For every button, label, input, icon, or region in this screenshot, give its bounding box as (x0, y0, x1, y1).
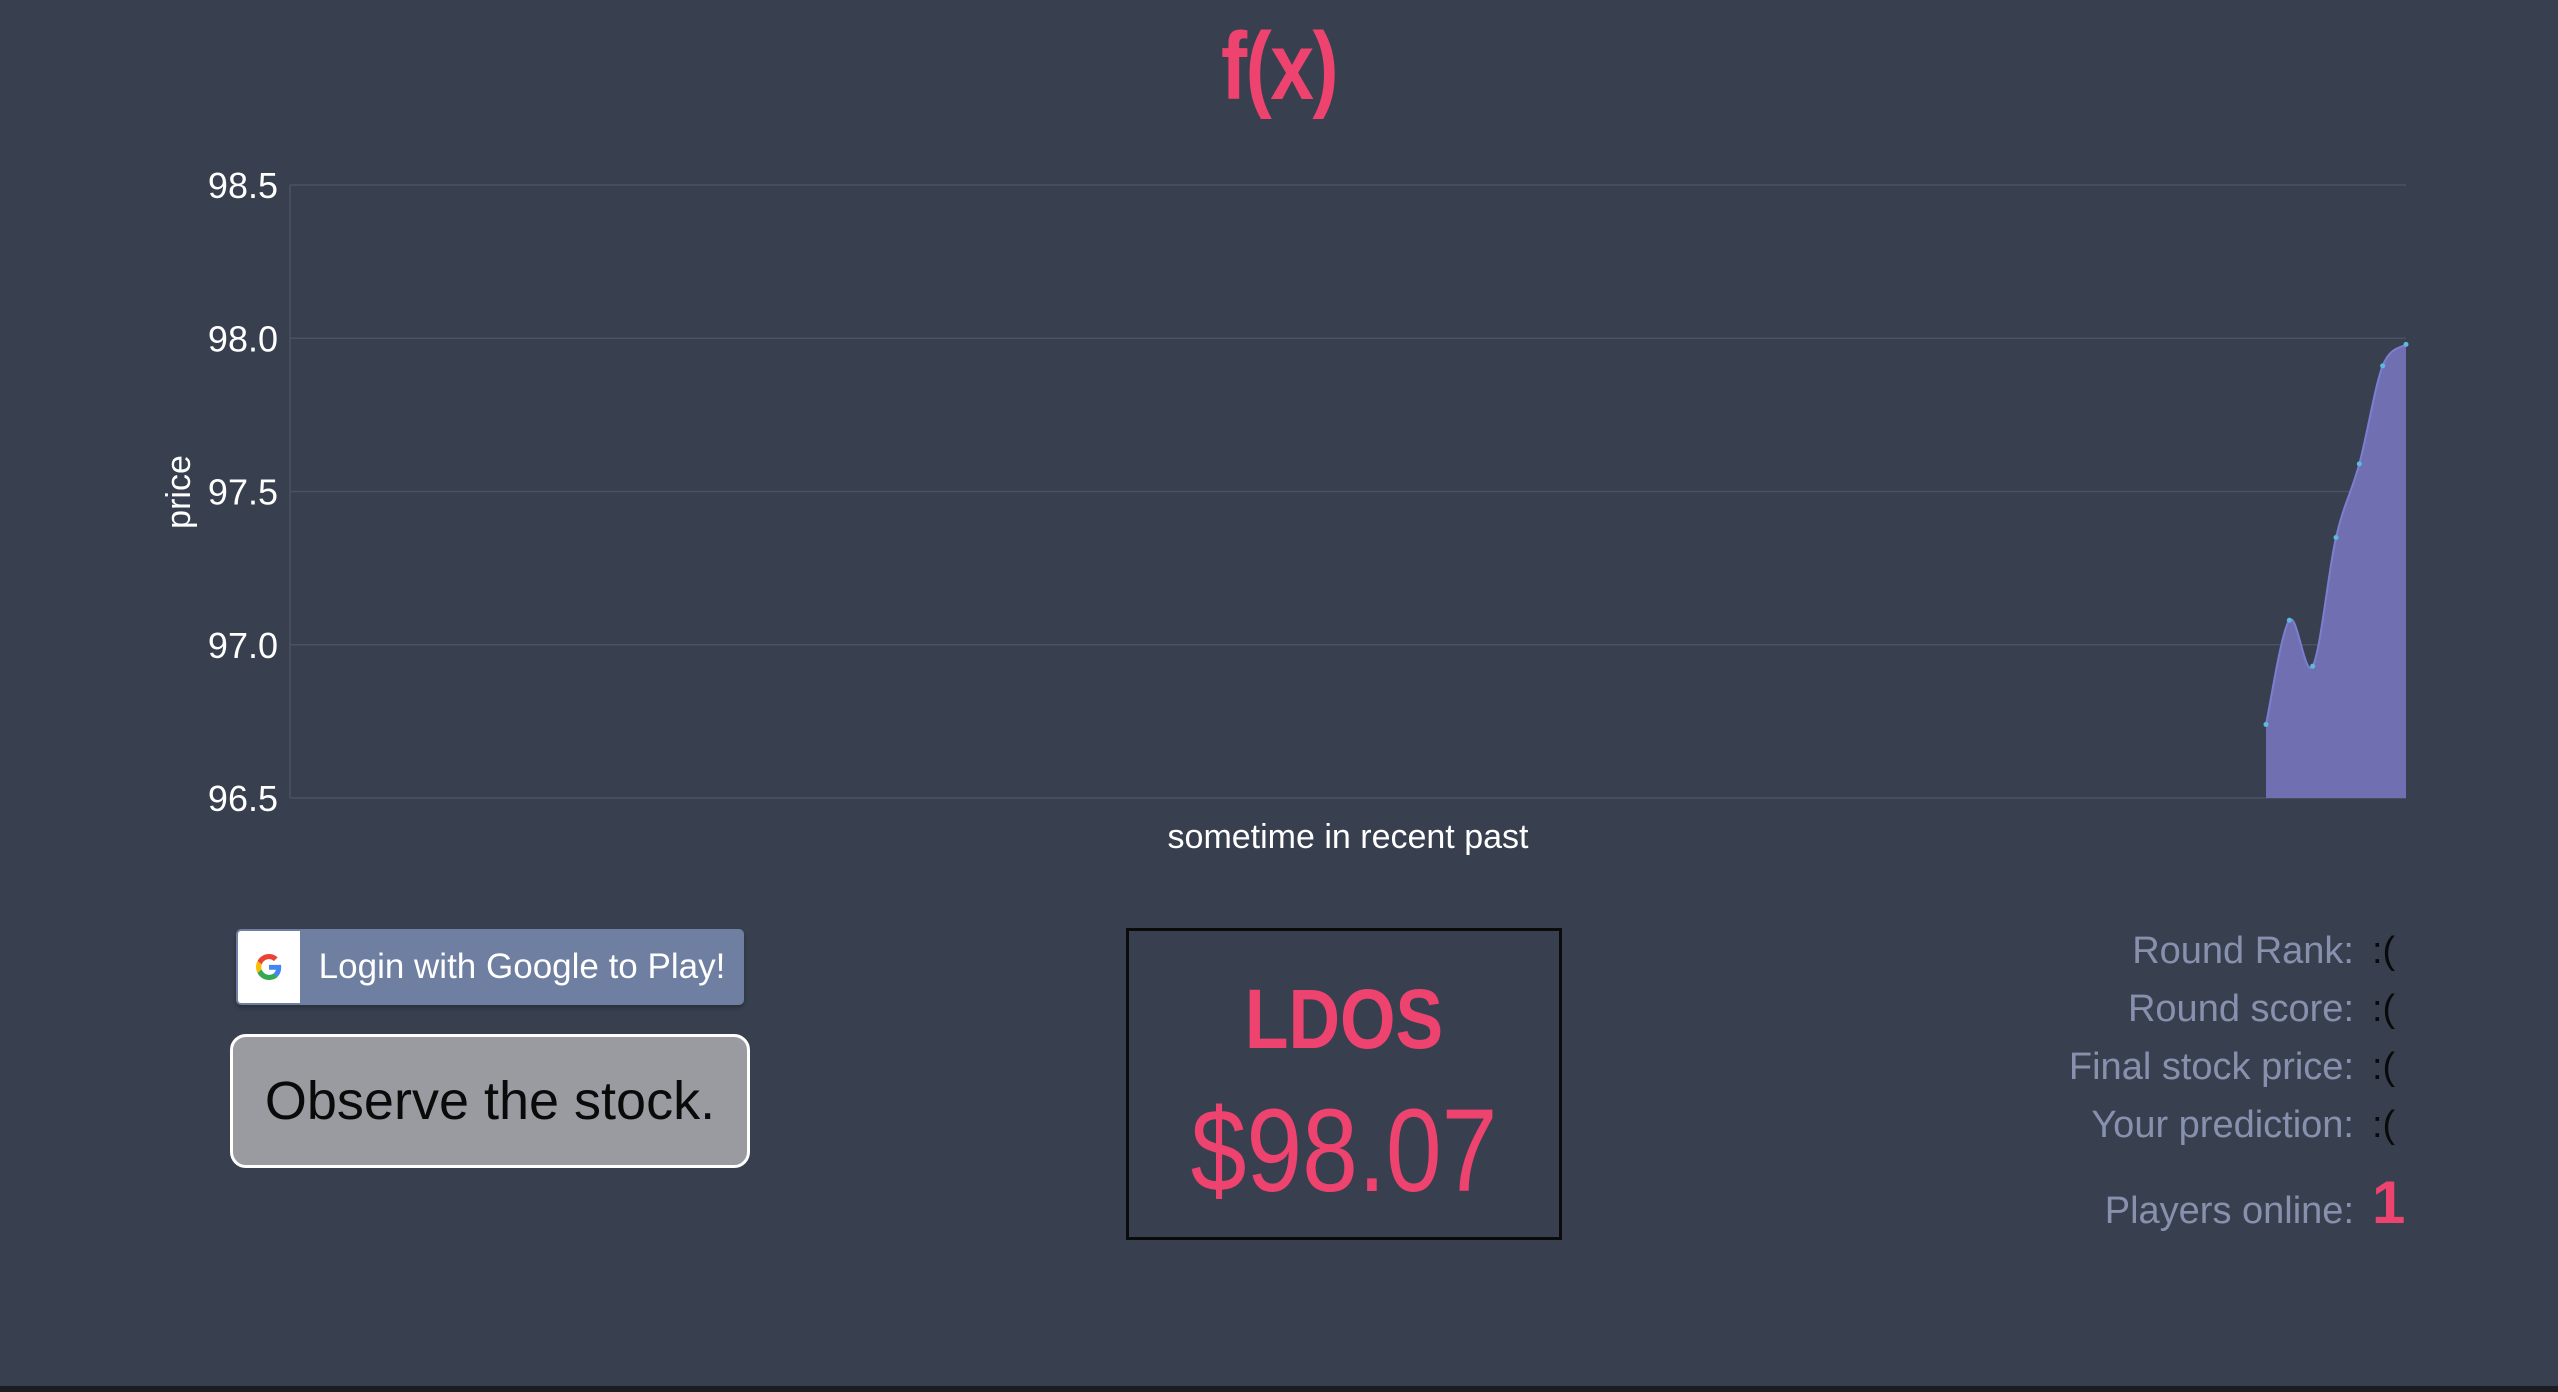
chart-y-tick-label: 97.5 (208, 472, 278, 513)
chart-x-axis-label: sometime in recent past (1168, 818, 1529, 856)
final-price-row: Final stock price: :( (1846, 1046, 2406, 1104)
chart-y-ticks: 98.5 98.0 97.5 97.0 96.5 (208, 165, 278, 819)
round-rank-value: :( (2372, 930, 2396, 972)
round-score-row: Round score: :( (1846, 988, 2406, 1046)
final-price-label: Final stock price: (2068, 1046, 2354, 1088)
chart-y-tick-label: 98.0 (208, 318, 278, 359)
google-login-label: Login with Google to Play! (318, 947, 726, 986)
chart-data-point (2286, 617, 2292, 623)
chart-data-point (2356, 461, 2362, 467)
prediction-row: Your prediction: :( (1846, 1104, 2406, 1162)
final-price-value: :( (2372, 1046, 2396, 1088)
google-g-icon (238, 931, 300, 1003)
chart-data-point (2403, 341, 2409, 347)
players-online-row: Players online: 1 (1846, 1168, 2406, 1238)
round-stats-panel: Round Rank: :( Round score: :( Final sto… (1846, 930, 2406, 1238)
price-chart: 98.5 98.0 97.5 97.0 96.5 price sometime in r… (160, 165, 2409, 856)
players-online-label: Players online: (2104, 1190, 2354, 1232)
prediction-value: :( (2372, 1104, 2396, 1146)
round-score-label: Round score: (2127, 988, 2354, 1030)
round-rank-row: Round Rank: :( (1846, 930, 2406, 988)
prediction-label: Your prediction: (2091, 1104, 2354, 1146)
observe-stock-button[interactable]: Observe the stock. (230, 1034, 750, 1168)
round-score-value: :( (2372, 988, 2396, 1030)
stock-price: $98.07 (1190, 1085, 1498, 1217)
stock-quote-panel: LDOS $98.07 (1126, 928, 1562, 1240)
app-container: f(x) 98.5 98.0 97.5 97.0 96.5 price sometime… (0, 0, 2558, 1386)
chart-data-point (2333, 534, 2339, 540)
chart-data-point (2380, 363, 2386, 369)
chart-data-point (2263, 721, 2269, 727)
chart-y-tick-label: 96.5 (208, 778, 278, 819)
chart-data-point (2310, 663, 2316, 669)
stock-ticker: LDOS (1244, 972, 1444, 1066)
google-login-button[interactable]: Login with Google to Play! (236, 929, 744, 1005)
round-rank-label: Round Rank: (2132, 930, 2354, 972)
chart-y-axis-label: price (160, 455, 198, 529)
chart-y-tick-label: 98.5 (208, 165, 278, 206)
chart-gridlines (289, 184, 2406, 799)
chart-series-area (2266, 344, 2406, 798)
chart-y-tick-label: 97.0 (208, 625, 278, 666)
players-online-count: 1 (2372, 1169, 2406, 1236)
